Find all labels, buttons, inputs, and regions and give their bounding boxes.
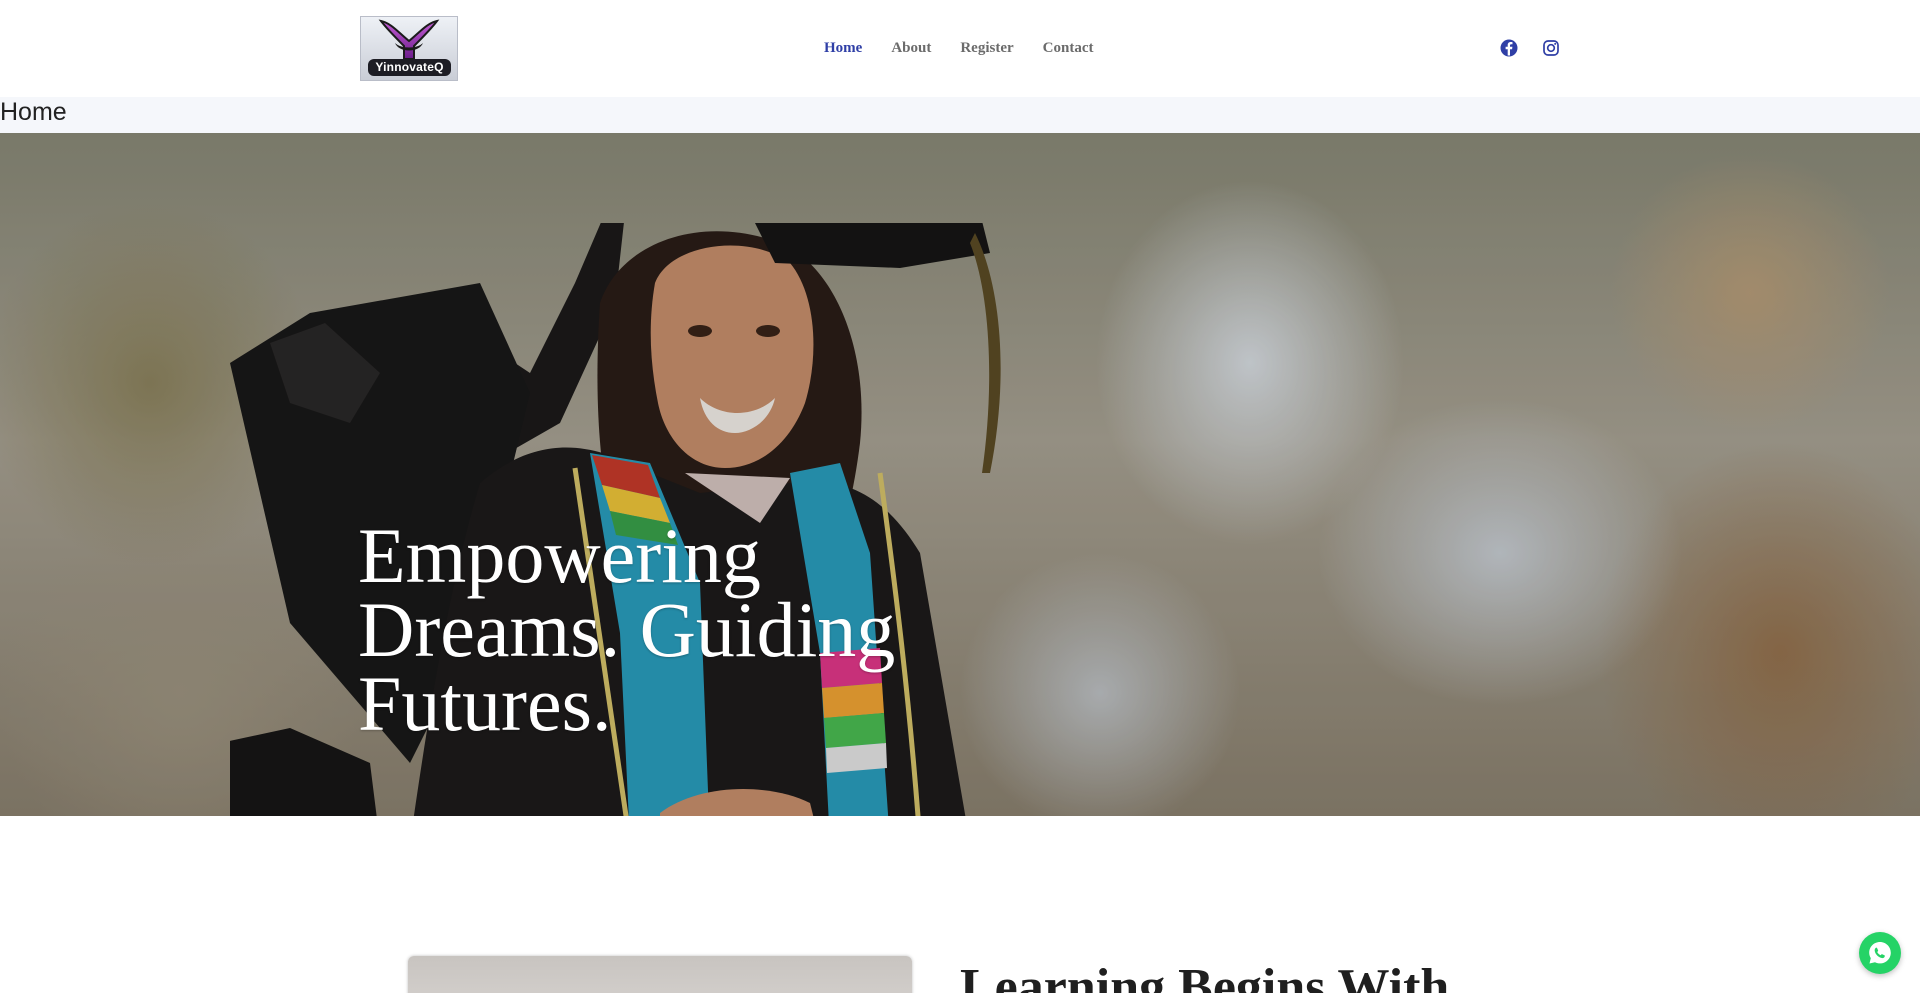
breadcrumb: Home [0,97,1920,133]
hero-title: Empowering Dreams. Guiding Futures. [358,512,896,747]
main-nav: Home About Register Contact [824,38,1122,58]
intro-section: Learning Begins With [0,816,1920,993]
instagram-icon[interactable] [1541,38,1561,58]
hero-banner: Empowering Dreams. Guiding Futures. [0,133,1920,816]
site-logo[interactable]: YinnovateQ [360,16,458,81]
nav-home[interactable]: Home [824,38,862,58]
facebook-icon[interactable] [1499,38,1519,58]
logo-wordmark: YinnovateQ [368,59,451,76]
intro-image [408,956,912,993]
whatsapp-icon[interactable] [1859,932,1901,974]
intro-title: Learning Begins With [960,959,1450,993]
nav-about[interactable]: About [891,38,931,58]
page-title: Home [0,98,67,126]
logo-mark-icon [378,19,440,60]
site-header: YinnovateQ Home About Register Contact [0,0,1920,97]
nav-contact[interactable]: Contact [1043,38,1094,58]
nav-register[interactable]: Register [960,38,1013,58]
